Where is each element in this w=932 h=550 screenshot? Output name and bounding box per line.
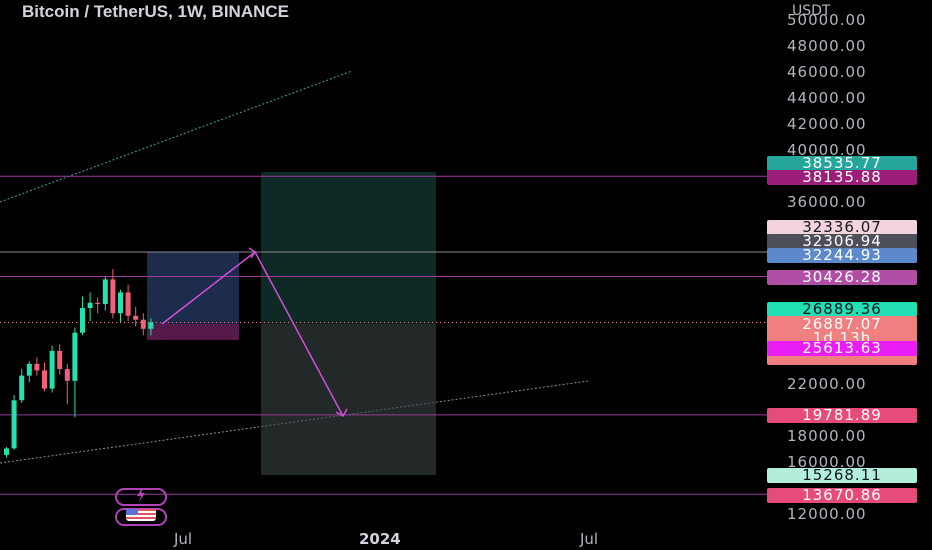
price-tick-label: 12000.00 <box>787 505 867 523</box>
long-position-profit-zone <box>147 252 239 324</box>
badge-15268: 15268.11 <box>767 468 917 483</box>
price-tick-label: 48000.00 <box>787 37 867 55</box>
price-tick-label: 18000.00 <box>787 427 867 445</box>
candle-down <box>140 319 146 329</box>
price-tick-label: 44000.00 <box>787 89 867 107</box>
badge-19781: 19781.89 <box>767 408 917 423</box>
price-tick-label: 46000.00 <box>787 63 867 81</box>
badge-38535: 38535.77 <box>767 156 917 171</box>
short-position-stop-zone <box>261 172 436 324</box>
candle-up <box>118 292 123 314</box>
badge-13670: 13670.86 <box>767 488 917 503</box>
us-flag-button[interactable] <box>115 508 167 526</box>
time-tick-label: Jul <box>174 530 193 548</box>
price-tick-label: 42000.00 <box>787 115 867 133</box>
candle-up <box>19 375 25 401</box>
short-position-profit-zone <box>261 324 436 475</box>
badge-32244: 32244.93 <box>767 248 917 263</box>
candle-down <box>34 363 40 371</box>
candle-down <box>125 292 131 316</box>
candle-down <box>64 369 70 381</box>
price-tick-label: 22000.00 <box>787 375 867 393</box>
candle-up <box>26 363 32 376</box>
badge-25613: 25613.63 <box>767 341 917 356</box>
long-position-stop-zone <box>147 324 239 340</box>
badge-26889: 26889.36 <box>767 302 917 317</box>
candle-up <box>102 279 108 305</box>
us-flag-icon <box>126 508 156 526</box>
candle-up <box>72 332 78 381</box>
price-tick-label: 36000.00 <box>787 193 867 211</box>
lightning-button[interactable] <box>115 487 167 507</box>
candle-up <box>11 400 17 449</box>
chart-area[interactable]: Bitcoin / TetherUS, 1W, BINANCE USDT 500… <box>0 0 932 550</box>
candle-up <box>80 308 85 333</box>
badge-30426: 30426.28 <box>767 270 917 285</box>
badge-38135: 38135.88 <box>767 170 917 185</box>
candle-up <box>49 350 55 389</box>
candle-up <box>148 322 154 329</box>
candle-down <box>42 370 47 389</box>
candle-down <box>110 279 116 314</box>
lightning-icon <box>134 487 148 507</box>
badge-32306: 32306.94 <box>767 234 917 249</box>
candle-down <box>57 350 63 370</box>
time-tick-label: Jul <box>580 530 599 548</box>
price-tick-label: 50000.00 <box>787 11 867 29</box>
candle-down <box>133 315 139 320</box>
candle-up <box>87 302 93 308</box>
badge-32336: 32336.07 <box>767 220 917 235</box>
candle-down <box>95 302 101 305</box>
candle-up <box>4 448 9 455</box>
symbol-title: Bitcoin / TetherUS, 1W, BINANCE <box>22 2 289 21</box>
time-tick-label: 2024 <box>359 530 401 548</box>
